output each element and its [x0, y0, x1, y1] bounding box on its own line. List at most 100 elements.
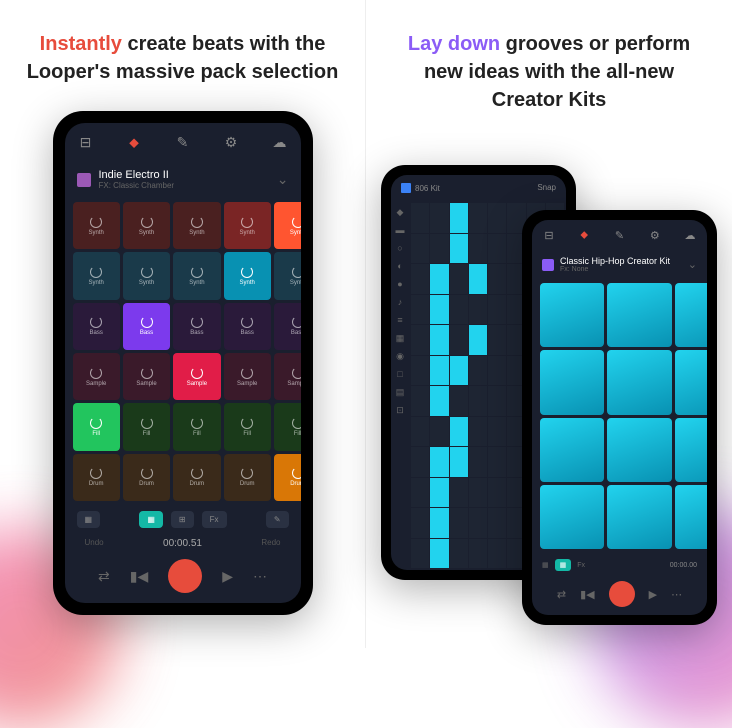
pad-bass[interactable]: Bass	[274, 303, 301, 350]
track-icon[interactable]: □	[394, 369, 406, 381]
seq-cell[interactable]	[469, 234, 487, 264]
seq-cell[interactable]	[469, 325, 487, 355]
creator-pad[interactable]	[675, 350, 708, 414]
track-icon[interactable]: ○	[394, 243, 406, 255]
seq-cell[interactable]	[430, 203, 448, 233]
pad-synth[interactable]: Synth	[123, 252, 170, 299]
seq-cell[interactable]	[488, 539, 506, 569]
creator-pad[interactable]	[675, 283, 708, 347]
settings-icon[interactable]: ⚙	[646, 226, 664, 244]
seq-cell[interactable]	[488, 325, 506, 355]
seq-cell[interactable]	[469, 264, 487, 294]
looper-tab-icon[interactable]: ⬥	[575, 226, 593, 244]
pad-fill[interactable]: Fill	[123, 403, 170, 450]
pad-synth[interactable]: Synth	[224, 202, 271, 249]
seq-cell[interactable]	[450, 508, 468, 538]
snap-label[interactable]: Snap	[537, 183, 556, 193]
pad-sample[interactable]: Sample	[224, 353, 271, 400]
pad-fill[interactable]: Fill	[224, 403, 271, 450]
view-pads[interactable]: ▦	[555, 559, 572, 571]
pad-sample[interactable]: Sample	[123, 353, 170, 400]
creator-pad[interactable]	[675, 418, 708, 482]
seq-cell[interactable]	[469, 508, 487, 538]
seq-cell[interactable]	[430, 234, 448, 264]
pad-sample[interactable]: Sample	[73, 353, 120, 400]
seq-cell[interactable]	[488, 295, 506, 325]
edit-button[interactable]: ✎	[266, 511, 289, 528]
creator-header[interactable]: Classic Hip-Hop Creator Kit Fx: None ⌄	[532, 250, 707, 279]
pad-fill[interactable]: Fill	[173, 403, 220, 450]
seq-cell[interactable]	[430, 356, 448, 386]
pad-sample[interactable]: Sample	[274, 353, 301, 400]
play-icon[interactable]: ▶	[222, 568, 233, 585]
track-icon[interactable]: ◐	[394, 261, 406, 273]
seq-cell[interactable]	[450, 234, 468, 264]
pad-synth[interactable]: Synth	[274, 202, 301, 249]
seq-cell[interactable]	[450, 447, 468, 477]
pad-drum[interactable]: Drum	[274, 454, 301, 501]
layers-icon[interactable]: ▦	[542, 561, 549, 569]
seq-cell[interactable]	[488, 386, 506, 416]
seq-cell[interactable]	[411, 264, 429, 294]
track-icon[interactable]: ▦	[394, 333, 406, 345]
seq-cell[interactable]	[411, 386, 429, 416]
creator-pad[interactable]	[607, 485, 671, 549]
seq-cell[interactable]	[469, 356, 487, 386]
mixer-icon[interactable]: ⇄	[557, 588, 566, 601]
seq-cell[interactable]	[411, 417, 429, 447]
undo-button[interactable]: Undo	[85, 538, 104, 549]
seq-cell[interactable]	[488, 234, 506, 264]
track-icon[interactable]: ▬	[394, 225, 406, 237]
seq-cell[interactable]	[488, 417, 506, 447]
seq-cell[interactable]	[469, 539, 487, 569]
seq-cell[interactable]	[411, 539, 429, 569]
record-button[interactable]	[168, 559, 202, 593]
seq-cell[interactable]	[450, 539, 468, 569]
pack-header[interactable]: Indie Electro II FX: Classic Chamber ⌄	[65, 161, 301, 198]
fx-button[interactable]: Fx	[202, 511, 227, 528]
seq-cell[interactable]	[430, 478, 448, 508]
pad-synth[interactable]: Synth	[274, 252, 301, 299]
pad-synth[interactable]: Synth	[173, 202, 220, 249]
seq-cell[interactable]	[488, 447, 506, 477]
collapse-icon[interactable]: ⊟	[540, 226, 558, 244]
mixer-icon[interactable]: ⇄	[98, 568, 110, 585]
seq-cell[interactable]	[411, 356, 429, 386]
seq-cell[interactable]	[411, 447, 429, 477]
seq-cell[interactable]	[411, 478, 429, 508]
more-icon[interactable]: ⋯	[253, 568, 267, 585]
seq-cell[interactable]	[430, 325, 448, 355]
seq-cell[interactable]	[430, 386, 448, 416]
track-icon[interactable]: ●	[394, 279, 406, 291]
edit-icon[interactable]: ✎	[174, 133, 192, 151]
fx-button[interactable]: Fx	[577, 562, 585, 569]
creator-pad[interactable]	[540, 418, 604, 482]
view-grid[interactable]: ⊞	[171, 511, 194, 528]
seq-cell[interactable]	[450, 386, 468, 416]
play-icon[interactable]: ▶	[649, 588, 657, 601]
seq-cell[interactable]	[488, 356, 506, 386]
pad-synth[interactable]: Synth	[224, 252, 271, 299]
pad-bass[interactable]: Bass	[73, 303, 120, 350]
pad-drum[interactable]: Drum	[123, 454, 170, 501]
pad-synth[interactable]: Synth	[173, 252, 220, 299]
pad-bass[interactable]: Bass	[173, 303, 220, 350]
seq-cell[interactable]	[430, 447, 448, 477]
pad-fill[interactable]: Fill	[73, 403, 120, 450]
seq-cell[interactable]	[450, 295, 468, 325]
record-button[interactable]	[609, 581, 635, 607]
creator-pad[interactable]	[607, 350, 671, 414]
seq-cell[interactable]	[488, 508, 506, 538]
cloud-icon[interactable]: ☁	[271, 133, 289, 151]
track-icon[interactable]: ⊡	[394, 405, 406, 417]
seq-cell[interactable]	[430, 539, 448, 569]
creator-pad[interactable]	[675, 485, 708, 549]
seq-cell[interactable]	[430, 295, 448, 325]
seq-cell[interactable]	[450, 417, 468, 447]
creator-pad[interactable]	[540, 485, 604, 549]
view-pads[interactable]: ▦	[139, 511, 163, 528]
seq-cell[interactable]	[411, 508, 429, 538]
pad-drum[interactable]: Drum	[224, 454, 271, 501]
seq-cell[interactable]	[469, 203, 487, 233]
seq-cell[interactable]	[411, 203, 429, 233]
